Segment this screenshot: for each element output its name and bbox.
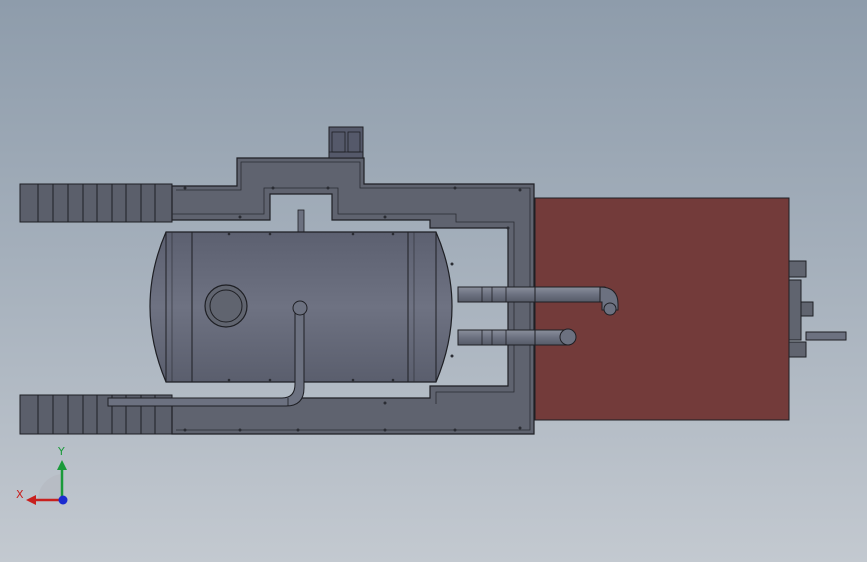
z-axis-dot — [58, 495, 68, 505]
heater-unit-box[interactable] — [534, 197, 790, 421]
radiator-top[interactable] — [19, 183, 173, 223]
coordinate-triad: Y X — [16, 445, 68, 505]
cad-model-view[interactable]: Y X — [0, 0, 867, 562]
vent-pipe[interactable] — [297, 209, 305, 235]
y-axis-arrowhead — [57, 460, 67, 470]
x-axis-arrowhead — [26, 495, 36, 505]
manhole-cover[interactable] — [204, 284, 248, 328]
side-fittings[interactable] — [788, 260, 847, 358]
graphics-viewport[interactable]: Y X — [0, 0, 867, 562]
y-axis-label: Y — [57, 445, 65, 458]
top-connector[interactable] — [328, 126, 364, 159]
x-axis-label: X — [16, 488, 24, 501]
